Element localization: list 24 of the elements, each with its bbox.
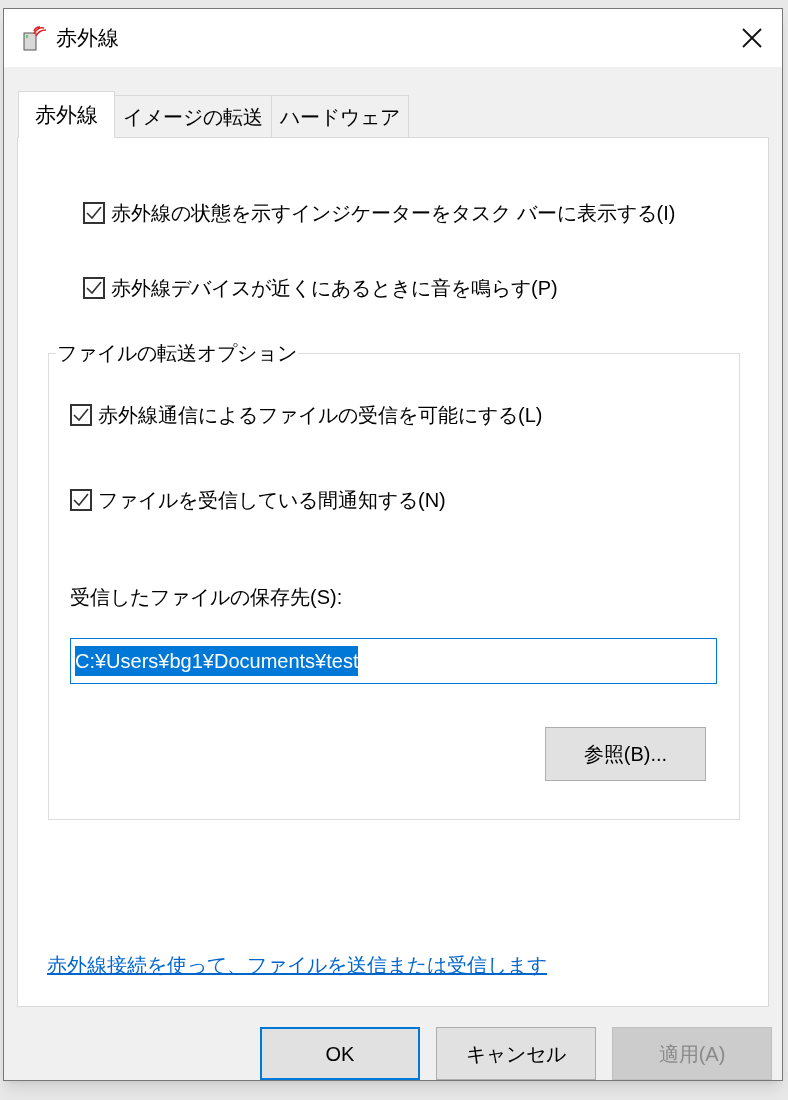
tab[interactable]: ハードウェア — [272, 95, 409, 137]
checkbox-label[interactable]: 赤外線の状態を示すインジケーターをタスク バーに表示する(I) — [111, 198, 676, 228]
window-title: 赤外線 — [56, 25, 119, 52]
save-location-label: 受信したファイルの保存先(S): — [70, 585, 344, 610]
close-icon — [742, 28, 762, 48]
check-icon — [73, 493, 89, 507]
tab[interactable]: 赤外線 — [18, 91, 115, 138]
checkbox-label[interactable]: ファイルを受信している間通知する(N) — [98, 485, 446, 515]
checkbox[interactable] — [70, 489, 92, 511]
checkbox-label[interactable]: 赤外線デバイスが近くにあるときに音を鳴らす(P) — [111, 273, 558, 303]
check-icon — [86, 281, 102, 295]
checkbox[interactable] — [83, 202, 105, 224]
save-path-field[interactable]: C:¥Users¥bg1¥Documents¥test — [70, 638, 717, 684]
infrared-device-icon — [22, 25, 48, 51]
tab[interactable]: イメージの転送 — [115, 95, 272, 137]
checkbox-label[interactable]: 赤外線通信によるファイルの受信を可能にする(L) — [98, 400, 543, 430]
check-icon — [73, 408, 89, 422]
check-icon — [86, 206, 102, 220]
checkbox[interactable] — [83, 277, 105, 299]
checkbox[interactable] — [70, 404, 92, 426]
dialog-button[interactable]: キャンセル — [436, 1027, 596, 1080]
dialog-button[interactable]: OK — [260, 1027, 420, 1080]
browse-button[interactable]: 参照(B)... — [545, 727, 706, 781]
link[interactable]: 赤外線接続を使って、ファイルを送信または受信します — [47, 950, 738, 980]
